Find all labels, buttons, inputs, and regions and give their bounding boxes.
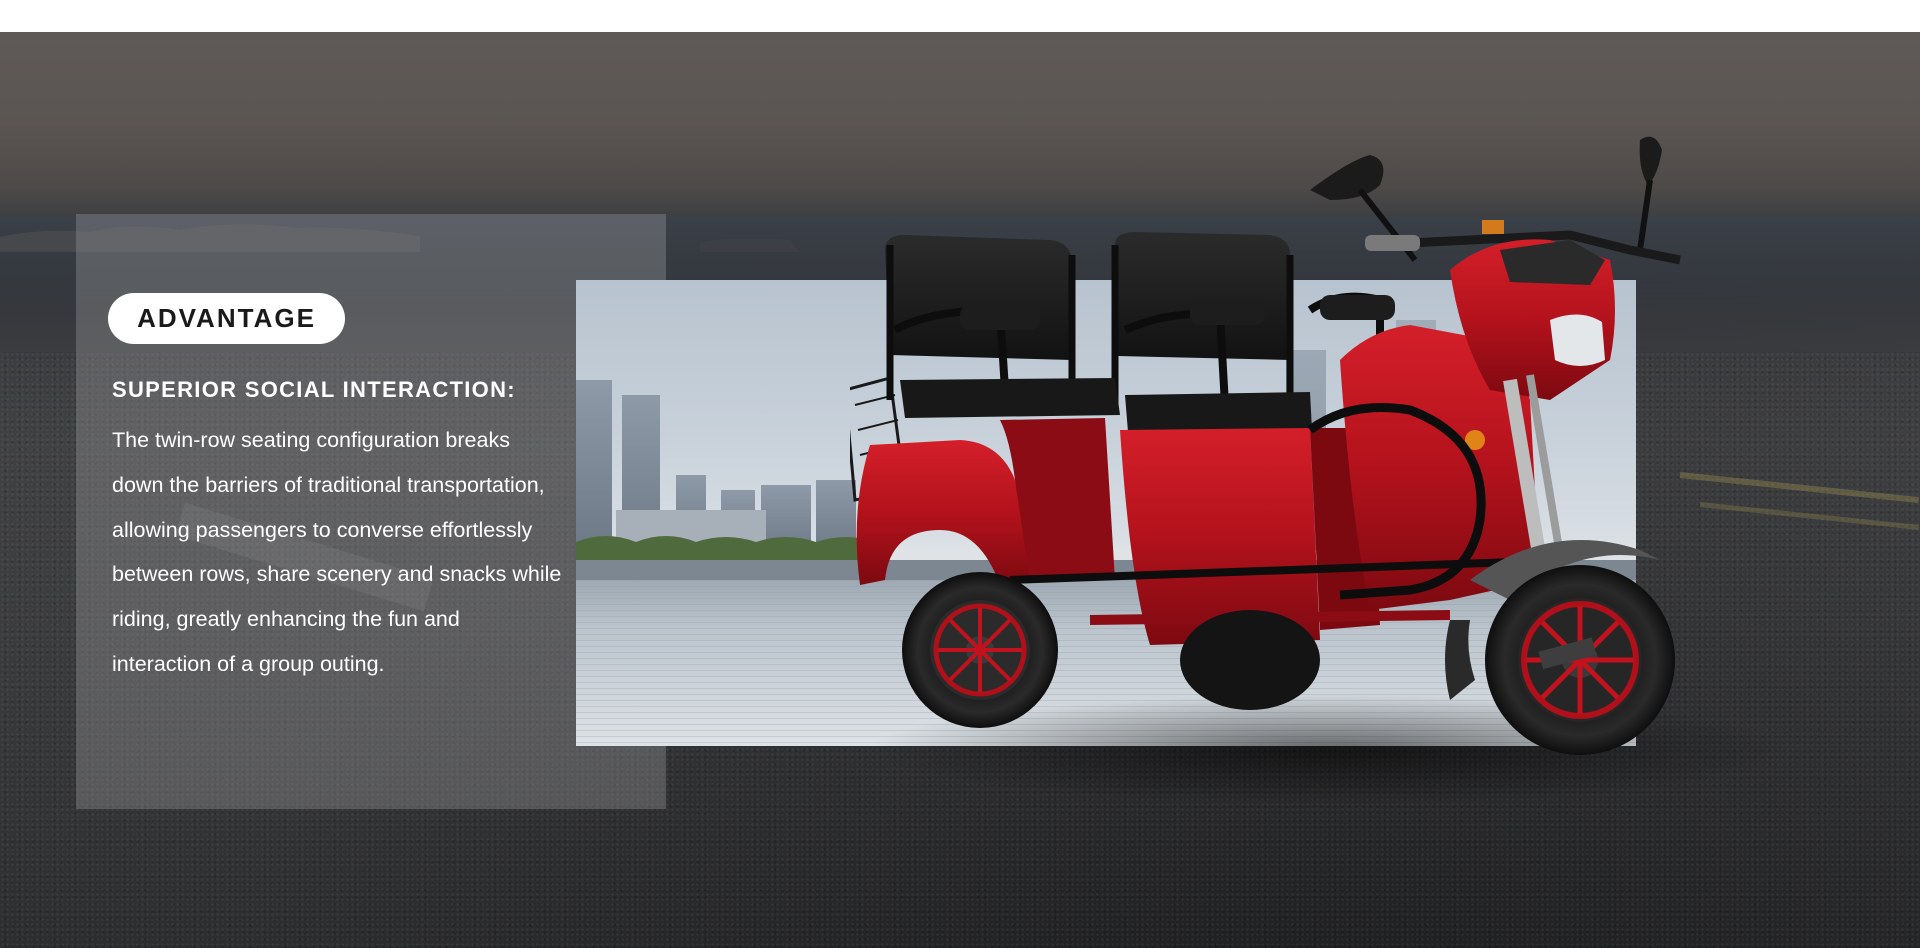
feature-description: The twin-row seating configuration break… xyxy=(112,428,562,676)
electric-tricycle-image xyxy=(850,136,1790,805)
feature-title: SUPERIOR SOCIAL INTERACTION: xyxy=(112,377,516,402)
advantage-badge: ADVANTAGE xyxy=(108,293,345,344)
badge-label: ADVANTAGE xyxy=(137,303,316,333)
page: ADVANTAGE SUPERIOR SOCIAL INTERACTION: T… xyxy=(0,0,1920,948)
